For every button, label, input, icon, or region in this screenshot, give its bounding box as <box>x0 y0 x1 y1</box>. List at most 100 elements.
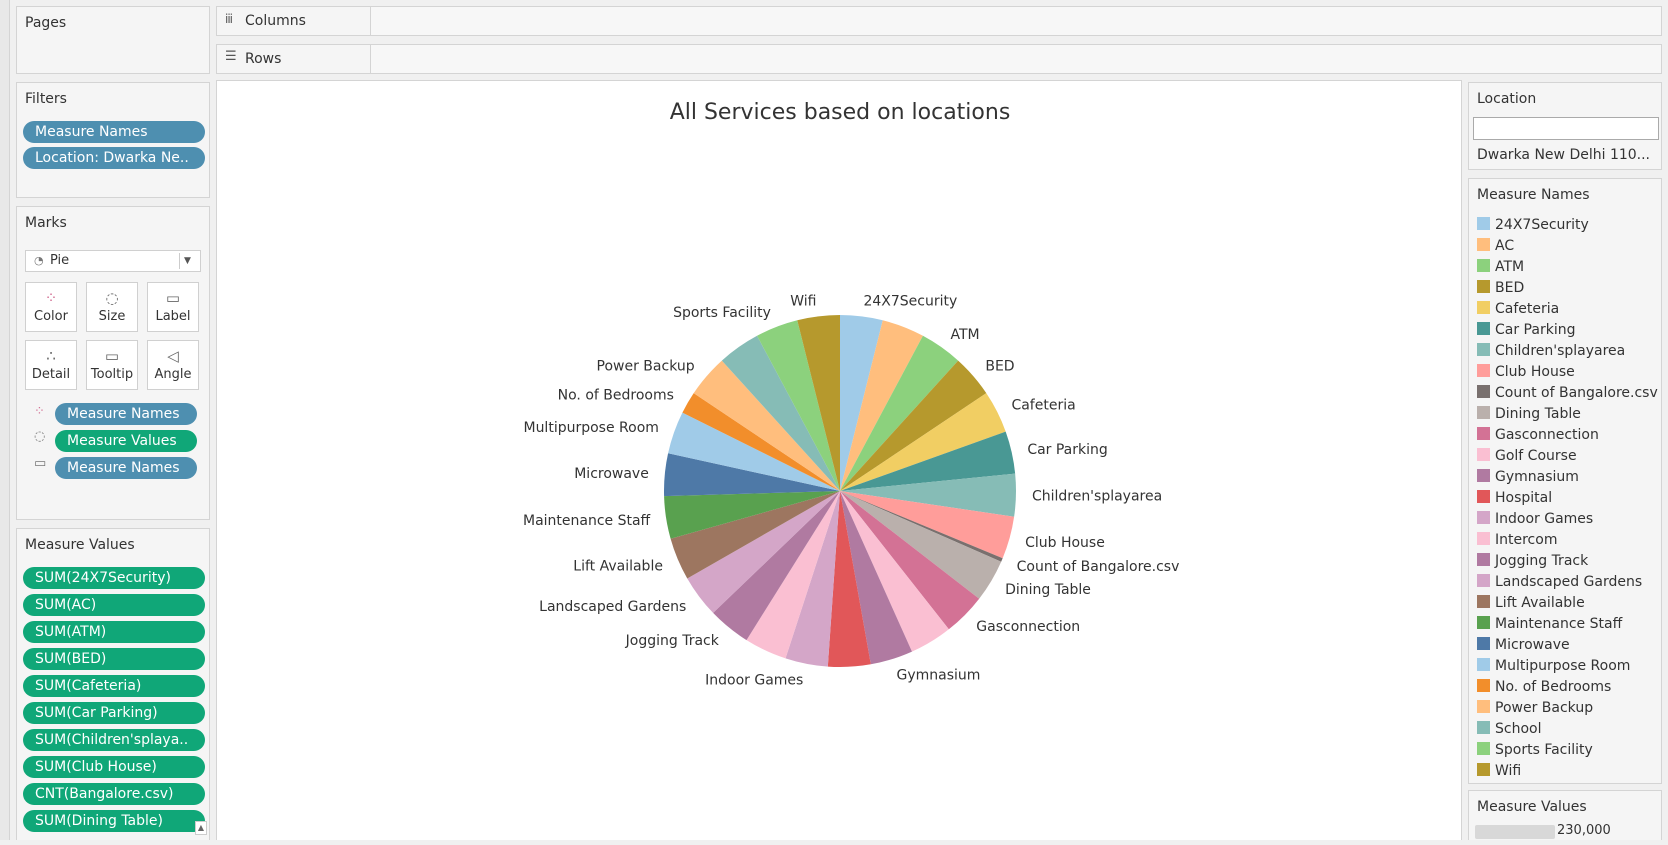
pie-slice-label: Sports Facility <box>673 305 771 321</box>
pie-slice-label: ATM <box>951 327 980 343</box>
location-search-input[interactable] <box>1473 117 1659 140</box>
legend-item[interactable]: Car Parking <box>1477 320 1575 340</box>
label-encoding-icon: ▭ <box>34 456 47 471</box>
legend-item[interactable]: Intercom <box>1477 530 1557 550</box>
legend-item[interactable]: 24X7Security <box>1477 215 1589 235</box>
legend-item[interactable]: Gasconnection <box>1477 425 1599 445</box>
legend-item[interactable]: Club House <box>1477 362 1575 382</box>
legend-item[interactable]: Multipurpose Room <box>1477 656 1630 676</box>
legend-item[interactable]: AC <box>1477 236 1514 256</box>
legend-swatch <box>1477 742 1490 755</box>
measure-value-pill[interactable]: SUM(Dining Table) <box>23 810 205 832</box>
marks-pill-size-measure-values[interactable]: Measure Values <box>55 430 197 452</box>
measure-value-pill[interactable]: SUM(Cafeteria) <box>23 675 205 697</box>
scrollbar-up-arrow[interactable]: ▲ <box>195 821 207 835</box>
measure-value-pill[interactable]: SUM(Club House) <box>23 756 205 778</box>
legend-item[interactable]: Dining Table <box>1477 404 1581 424</box>
pages-shelf[interactable]: Pages <box>16 6 210 74</box>
legend-swatch <box>1477 532 1490 545</box>
legend-label: Sports Facility <box>1495 742 1593 758</box>
legend-item[interactable]: Wifi <box>1477 761 1521 781</box>
legend-item[interactable]: Maintenance Staff <box>1477 614 1622 634</box>
legend-item[interactable]: Power Backup <box>1477 698 1593 718</box>
legend-item[interactable]: Count of Bangalore.csv <box>1477 383 1658 403</box>
measure-value-pill[interactable]: SUM(Car Parking) <box>23 702 205 724</box>
legend-swatch <box>1477 469 1490 482</box>
legend-label: Hospital <box>1495 490 1553 506</box>
legend-item[interactable]: Cafeteria <box>1477 299 1559 319</box>
location-filter-value[interactable]: Dwarka New Delhi 110... <box>1477 147 1650 163</box>
legend-label: Dining Table <box>1495 406 1581 422</box>
label-button[interactable]: ▭ Label <box>147 282 199 332</box>
chart-view[interactable]: All Services based on locations 24X7Secu… <box>216 80 1462 840</box>
pie-slice-label: Indoor Games <box>705 672 803 688</box>
color-button[interactable]: ⁘ Color <box>25 282 77 332</box>
left-edge-strip <box>0 0 10 840</box>
measure-value-pill[interactable]: CNT(Bangalore.csv) <box>23 783 205 805</box>
legend-item[interactable]: Landscaped Gardens <box>1477 572 1642 592</box>
legend-item[interactable]: Indoor Games <box>1477 509 1593 529</box>
filters-shelf[interactable]: Filters Measure Names Location: Dwarka N… <box>16 82 210 198</box>
legend-label: Power Backup <box>1495 700 1594 716</box>
legend-swatch <box>1477 217 1490 230</box>
detail-icon: ∴ <box>46 347 56 365</box>
legend-item[interactable]: Gymnasium <box>1477 467 1579 487</box>
tooltip-button[interactable]: ▭ Tooltip <box>86 340 138 390</box>
filter-pill-location[interactable]: Location: Dwarka Ne.. <box>23 147 205 169</box>
measure-value-pill[interactable]: SUM(Children'splaya.. <box>23 729 205 751</box>
measure-value-pill[interactable]: SUM(AC) <box>23 594 205 616</box>
color-encoding-icon: ⁘ <box>34 404 45 419</box>
legend-item[interactable]: BED <box>1477 278 1524 298</box>
legend-swatch <box>1477 553 1490 566</box>
legend-swatch <box>1477 280 1490 293</box>
legend-item[interactable]: Children'splayarea <box>1477 341 1625 361</box>
measure-value-pill[interactable]: SUM(ATM) <box>23 621 205 643</box>
size-encoding-icon: ◌ <box>34 429 46 444</box>
chart-title: All Services based on locations <box>670 100 1011 125</box>
marks-pill-label-measure-names[interactable]: Measure Names <box>55 457 197 479</box>
pie-slice-label: Lift Available <box>573 558 663 574</box>
size-legend-value: 230,000 <box>1557 823 1611 838</box>
legend-label: Multipurpose Room <box>1495 658 1631 674</box>
legend-item[interactable]: Sports Facility <box>1477 740 1593 760</box>
size-button[interactable]: ◌ Size <box>86 282 138 332</box>
rows-shelf[interactable]: ☰ Rows <box>216 44 1662 74</box>
pie-chart[interactable]: All Services based on locations 24X7Secu… <box>217 81 1463 841</box>
angle-button[interactable]: ◁ Angle <box>147 340 199 390</box>
pie-slice-label: BED <box>985 359 1014 375</box>
tooltip-icon: ▭ <box>104 347 120 365</box>
legend-item[interactable]: ATM <box>1477 257 1524 277</box>
location-filter-card: Location Dwarka New Delhi 110... <box>1468 82 1662 170</box>
rows-drop-area[interactable] <box>370 45 1661 73</box>
pie-slice-label: Cafeteria <box>1011 398 1075 414</box>
legend-swatch <box>1477 490 1490 503</box>
legend-swatch <box>1477 700 1490 713</box>
marks-pill-color-measure-names[interactable]: Measure Names <box>55 403 197 425</box>
columns-shelf[interactable]: iii Columns <box>216 6 1662 36</box>
color-icon: ⁘ <box>44 289 58 307</box>
legend-label: No. of Bedrooms <box>1495 679 1612 695</box>
pie-slice-label: Wifi <box>790 293 816 309</box>
color-legend: Measure Names 24X7Security AC ATM BED Cafete… <box>1468 178 1662 784</box>
legend-item[interactable]: Microwave <box>1477 635 1570 655</box>
legend-item[interactable]: Jogging Track <box>1477 551 1588 571</box>
legend-swatch <box>1477 238 1490 251</box>
columns-drop-area[interactable] <box>370 7 1661 35</box>
pie-slice-label: Count of Bangalore.csv <box>1017 559 1180 575</box>
legend-item[interactable]: Hospital <box>1477 488 1552 508</box>
pie-slice-label: Multipurpose Room <box>523 420 658 436</box>
legend-label: Club House <box>1495 364 1575 380</box>
legend-item[interactable]: No. of Bedrooms <box>1477 677 1611 697</box>
mark-type-select[interactable]: ◔ Pie ▼ <box>25 250 201 272</box>
detail-button[interactable]: ∴ Detail <box>25 340 77 390</box>
measure-value-pill[interactable]: SUM(24X7Security) <box>23 567 205 589</box>
legend-swatch <box>1477 574 1490 587</box>
measure-value-pill[interactable]: SUM(BED) <box>23 648 205 670</box>
legend-label: Wifi <box>1495 763 1522 779</box>
filter-pill-measure-names[interactable]: Measure Names <box>23 121 205 143</box>
legend-item[interactable]: School <box>1477 719 1541 739</box>
size-button-label: Size <box>98 309 126 324</box>
legend-item[interactable]: Golf Course <box>1477 446 1577 466</box>
legend-item[interactable]: Lift Available <box>1477 593 1585 613</box>
legend-label: 24X7Security <box>1495 217 1589 233</box>
